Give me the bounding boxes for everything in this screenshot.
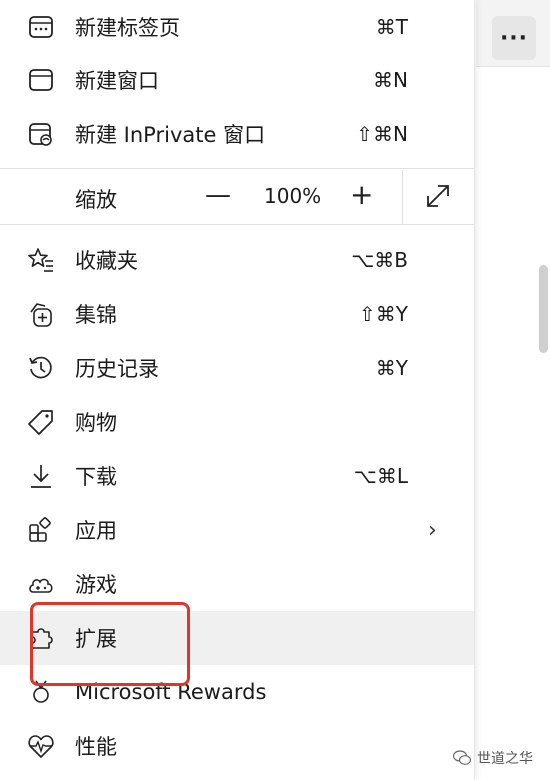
- menu-item-shortcut: ⌘Y: [375, 356, 408, 380]
- menu-divider: [0, 224, 474, 225]
- games-icon: [26, 569, 56, 599]
- download-icon: [26, 461, 56, 491]
- menu-item-label: 收藏夹: [75, 249, 138, 273]
- wechat-icon: [452, 750, 472, 766]
- favorites-icon: [26, 245, 56, 275]
- performance-icon: [26, 731, 56, 761]
- menu-item-label: 新建窗口: [75, 69, 159, 93]
- menu-item-shortcut: ⌘N: [373, 68, 408, 92]
- watermark-text: 世道之华: [477, 751, 533, 767]
- settings-and-more-button[interactable]: ···: [492, 16, 536, 60]
- new-window-icon: [26, 65, 56, 95]
- zoom-label: 缩放: [75, 188, 117, 212]
- menu-item-performance[interactable]: 性能: [0, 719, 474, 773]
- menu-item-history[interactable]: 历史记录 ⌘Y: [0, 341, 474, 395]
- menu-item-apps[interactable]: 应用 ›: [0, 503, 474, 557]
- apps-icon: [26, 515, 56, 545]
- inprivate-icon: [26, 119, 56, 149]
- menu-item-new-tab[interactable]: 新建标签页 ⌘T: [0, 0, 474, 54]
- menu-item-shortcut: ⇧⌘N: [356, 122, 408, 146]
- zoom-level-value: 100%: [264, 184, 322, 208]
- extensions-icon: [26, 623, 56, 653]
- menu-item-label: 历史记录: [75, 357, 159, 381]
- menu-item-label: 购物: [75, 411, 117, 435]
- menu-item-favorites[interactable]: 收藏夹 ⌥⌘B: [0, 233, 474, 287]
- menu-item-downloads[interactable]: 下载 ⌥⌘L: [0, 449, 474, 503]
- zoom-in-button[interactable]: +: [350, 178, 373, 211]
- menu-item-label: 扩展: [75, 627, 117, 651]
- menu-item-shortcut: ⌥⌘B: [351, 248, 408, 272]
- menu-item-new-window[interactable]: 新建窗口 ⌘N: [0, 53, 474, 107]
- menu-item-games[interactable]: 游戏: [0, 557, 474, 611]
- zoom-separator: [402, 170, 403, 224]
- menu-item-label: 新建 InPrivate 窗口: [75, 123, 266, 147]
- zoom-control: 缩放 — 100% +: [0, 170, 474, 224]
- collections-icon: [26, 299, 56, 329]
- zoom-out-button[interactable]: —: [205, 180, 231, 210]
- shopping-tag-icon: [26, 407, 56, 437]
- menu-item-shortcut: ⇧⌘Y: [359, 302, 408, 326]
- menu-item-new-inprivate-window[interactable]: 新建 InPrivate 窗口 ⇧⌘N: [0, 107, 474, 161]
- menu-item-shortcut: ⌥⌘L: [353, 464, 408, 488]
- settings-menu: 新建标签页 ⌘T 新建窗口 ⌘N 新建 InPrivate 窗口 ⇧⌘N 缩放 …: [0, 0, 475, 780]
- menu-item-microsoft-rewards[interactable]: Microsoft Rewards: [0, 665, 474, 719]
- history-icon: [26, 353, 56, 383]
- new-tab-icon: [26, 12, 56, 42]
- chevron-right-icon: ›: [428, 517, 437, 543]
- rewards-icon: [26, 677, 56, 707]
- menu-item-shopping[interactable]: 购物: [0, 395, 474, 449]
- menu-divider: [0, 168, 474, 169]
- fullscreen-icon[interactable]: [424, 182, 452, 210]
- menu-item-label: 新建标签页: [75, 16, 180, 40]
- menu-item-shortcut: ⌘T: [375, 15, 408, 39]
- menu-item-label: 应用: [75, 519, 117, 543]
- menu-item-label: 集锦: [75, 303, 117, 327]
- menu-item-collections[interactable]: 集锦 ⇧⌘Y: [0, 287, 474, 341]
- watermark: 世道之华: [452, 748, 533, 768]
- page-scrollbar[interactable]: [539, 265, 548, 353]
- menu-item-label: 性能: [75, 735, 117, 759]
- menu-item-label: 游戏: [75, 573, 117, 597]
- menu-item-label: 下载: [75, 465, 117, 489]
- menu-item-label: Microsoft Rewards: [75, 680, 267, 704]
- menu-item-extensions[interactable]: 扩展: [0, 611, 474, 665]
